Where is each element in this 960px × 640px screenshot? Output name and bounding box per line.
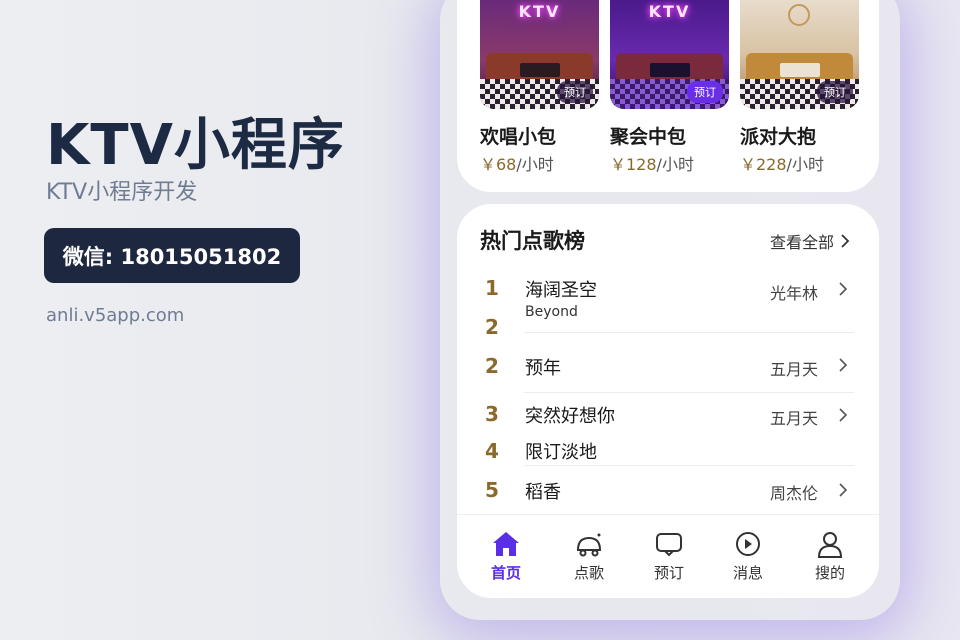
- wechat-contact: 微信: 18015051802: [44, 228, 300, 283]
- song-name[interactable]: 突然好想你: [525, 402, 615, 428]
- tabbar-divider: [457, 514, 879, 515]
- app-title: KTV小程序: [46, 113, 345, 178]
- chevron-right-icon[interactable]: [836, 483, 850, 497]
- tab-messages[interactable]: 消息: [718, 530, 778, 583]
- room-card[interactable]: 预订 派对大抱 ￥228/小时: [740, 0, 859, 174]
- price-unit: /小时: [516, 155, 554, 174]
- song-subtitle: Beyond: [525, 304, 578, 320]
- booking-icon: [656, 533, 682, 557]
- song-name[interactable]: 限订淡地: [525, 438, 597, 464]
- tab-label: 预订: [653, 564, 684, 582]
- row-divider: [524, 392, 854, 393]
- song-rank: 3: [485, 402, 499, 426]
- song-rank: 2: [485, 315, 499, 339]
- tab-songs[interactable]: 点歌: [559, 530, 619, 583]
- book-tag[interactable]: 预订: [817, 81, 853, 103]
- song-artist: 五月天: [770, 409, 819, 428]
- message-icon: [736, 532, 760, 556]
- room-image: 预订: [740, 0, 859, 109]
- price-value: ￥228: [740, 155, 787, 174]
- room-name: 聚会中包: [610, 126, 687, 148]
- song-icon: [576, 533, 602, 557]
- song-artist: 光年林: [770, 284, 819, 303]
- song-artist: 周杰伦: [770, 484, 819, 503]
- website-link[interactable]: anli.v5app.com: [46, 305, 184, 326]
- tab-booking[interactable]: 预订: [639, 530, 699, 583]
- room-image: KTV 预订: [610, 0, 729, 109]
- view-all-label: 查看全部: [770, 233, 835, 252]
- price-unit: /小时: [786, 155, 824, 174]
- row-divider: [524, 332, 854, 333]
- chevron-right-icon[interactable]: [836, 408, 850, 422]
- neon-sign: KTV: [518, 2, 561, 21]
- tab-label: 首页: [490, 564, 521, 582]
- table-shape: [780, 63, 820, 77]
- chevron-right-icon[interactable]: [836, 282, 850, 296]
- tab-label: 搜的: [814, 564, 845, 582]
- emblem-icon: [788, 4, 810, 26]
- room-name: 欢唱小包: [480, 126, 557, 148]
- room-card[interactable]: KTV 预订 欢唱小包 ￥68/小时: [480, 0, 599, 174]
- hot-list-title: 热门点歌榜: [480, 229, 585, 253]
- app-subtitle: KTV小程序开发: [46, 180, 198, 205]
- song-rank: 2: [485, 354, 499, 378]
- profile-icon: [817, 532, 843, 558]
- tab-home[interactable]: 首页: [476, 530, 536, 583]
- song-rank: 4: [485, 439, 499, 463]
- neon-sign: KTV: [648, 2, 691, 21]
- room-price: ￥128/小时: [610, 151, 694, 175]
- home-icon: [493, 532, 519, 556]
- room-name: 派对大抱: [740, 126, 817, 148]
- row-divider: [524, 465, 854, 466]
- room-price: ￥228/小时: [740, 151, 824, 175]
- room-image: KTV 预订: [480, 0, 599, 109]
- tab-label: 点歌: [573, 564, 604, 582]
- song-name[interactable]: 稻香: [525, 478, 561, 504]
- table-shape: [520, 63, 560, 77]
- song-rank: 1: [485, 276, 499, 300]
- book-tag[interactable]: 预订: [687, 81, 723, 103]
- chevron-right-icon[interactable]: [836, 358, 850, 372]
- chevron-right-icon: [841, 234, 850, 248]
- tab-label: 消息: [732, 564, 763, 582]
- price-value: ￥68: [480, 155, 517, 174]
- room-card[interactable]: KTV 预订 聚会中包 ￥128/小时: [610, 0, 729, 174]
- price-value: ￥128: [610, 155, 657, 174]
- price-unit: /小时: [656, 155, 694, 174]
- song-rank: 5: [485, 478, 499, 502]
- tab-profile[interactable]: 搜的: [800, 530, 860, 583]
- table-shape: [650, 63, 690, 77]
- room-price: ￥68/小时: [480, 151, 554, 175]
- song-artist: 五月天: [770, 360, 819, 379]
- song-name[interactable]: 海阔圣空: [525, 276, 597, 302]
- book-tag[interactable]: 预订: [557, 81, 593, 103]
- song-name[interactable]: 预年: [525, 354, 561, 380]
- view-all-link[interactable]: 查看全部: [770, 229, 852, 253]
